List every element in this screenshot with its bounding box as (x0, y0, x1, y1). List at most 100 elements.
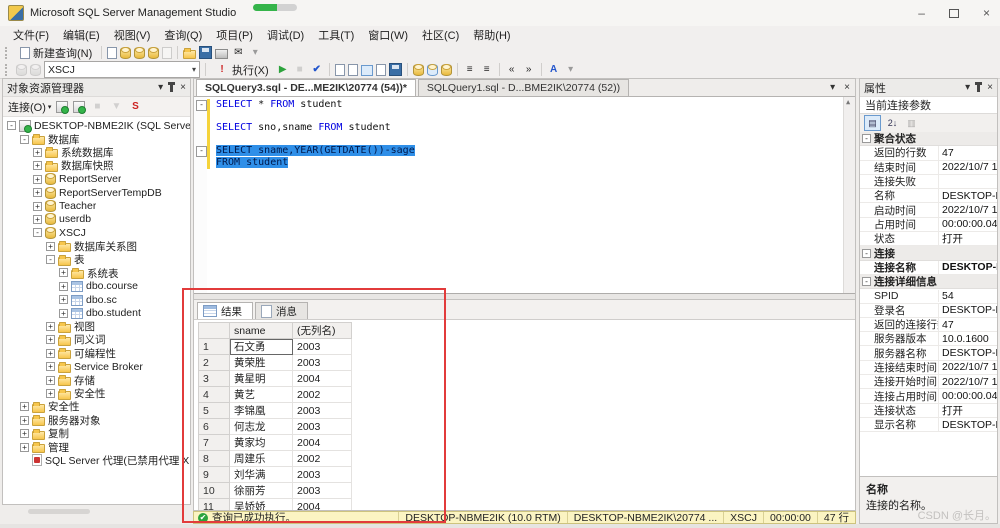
results-to-grid-icon[interactable] (361, 65, 373, 76)
tree-item[interactable]: +存储 (3, 373, 190, 386)
year-cell[interactable]: 2003 (293, 355, 352, 371)
sname-cell[interactable]: 黄荣胜 (230, 355, 293, 371)
row-number-cell[interactable]: 11 (199, 499, 230, 511)
expand-icon[interactable]: + (20, 443, 29, 452)
property-row[interactable]: 连接失败 (860, 175, 997, 189)
grid-column-header[interactable] (199, 323, 230, 339)
results-to-text-icon[interactable] (376, 64, 386, 76)
collapse-icon[interactable]: - (33, 228, 42, 237)
menu-item[interactable]: 社区(C) (415, 25, 466, 45)
menu-item[interactable]: 编辑(E) (56, 25, 107, 45)
debug-icon[interactable]: ▶ (276, 63, 290, 76)
editor-scrollbar[interactable] (843, 97, 855, 293)
collapse-icon[interactable]: - (20, 135, 29, 144)
expand-icon[interactable]: + (46, 349, 55, 358)
parse-icon[interactable]: ✔ (310, 63, 324, 76)
property-row[interactable]: 登录名DESKTOP-NBME2I (860, 304, 997, 318)
expand-icon[interactable]: + (20, 429, 29, 438)
row-number-cell[interactable]: 9 (199, 467, 230, 483)
connect-button[interactable]: 连接(O) ▾ (8, 99, 51, 114)
sname-cell[interactable]: 黄星明 (230, 371, 293, 387)
menu-item[interactable]: 文件(F) (6, 25, 56, 45)
query-designer-icon[interactable] (335, 64, 345, 76)
property-row[interactable]: 连接结束时间2022/10/7 14:17:1 (860, 361, 997, 375)
tab-results[interactable]: 结果 (197, 302, 253, 319)
property-category[interactable]: -连接详细信息 (860, 275, 997, 289)
toolbar-overflow-icon[interactable]: ▾ (564, 63, 578, 76)
sname-cell[interactable]: 刘华满 (230, 467, 293, 483)
row-number-cell[interactable]: 1 (199, 339, 230, 355)
menu-item[interactable]: 帮助(H) (466, 25, 517, 45)
sname-cell[interactable]: 黄家均 (230, 435, 293, 451)
outdent-icon[interactable]: « (505, 63, 519, 76)
tree-item[interactable]: +dbo.course (3, 280, 190, 293)
property-row[interactable]: 服务器版本10.0.1600 (860, 332, 997, 346)
fold-collapse-icon[interactable]: - (196, 146, 207, 157)
categorized-icon[interactable]: ▤ (864, 115, 881, 131)
tab-list-dropdown-icon[interactable]: ▾ (830, 82, 835, 93)
year-cell[interactable]: 2003 (293, 483, 352, 499)
tab-sqlquery3[interactable]: SQLQuery3.sql - DE...ME2IK\20774 (54))* (196, 79, 416, 96)
tree-item[interactable]: +dbo.student (3, 306, 190, 319)
tree-item[interactable]: +ReportServerTempDB (3, 186, 190, 199)
year-cell[interactable]: 2004 (293, 435, 352, 451)
row-number-cell[interactable]: 10 (199, 483, 230, 499)
tree-item[interactable]: +管理 (3, 440, 190, 453)
row-number-cell[interactable]: 3 (199, 371, 230, 387)
tree-item[interactable]: +数据库关系图 (3, 240, 190, 253)
tab-messages[interactable]: 消息 (255, 302, 308, 319)
auto-hide-pin-icon[interactable] (977, 84, 980, 92)
tree-item[interactable]: +userdb (3, 213, 190, 226)
tab-sqlquery1[interactable]: SQLQuery1.sql - D...BME2IK\20774 (52)) (418, 79, 629, 96)
property-row[interactable]: SPID54 (860, 289, 997, 303)
property-row[interactable]: 状态打开 (860, 232, 997, 246)
fold-collapse-icon[interactable]: - (196, 100, 207, 111)
expand-icon[interactable]: + (59, 295, 68, 304)
property-row[interactable]: 启动时间2022/10/7 14:17:1 (860, 203, 997, 217)
tree-item[interactable]: +Service Broker (3, 360, 190, 373)
row-number-cell[interactable]: 7 (199, 435, 230, 451)
property-category[interactable]: -聚合状态 (860, 132, 997, 146)
collapse-icon[interactable]: - (862, 134, 871, 143)
panel-close-icon[interactable]: × (987, 82, 993, 93)
row-number-cell[interactable]: 5 (199, 403, 230, 419)
indent-icon[interactable]: » (522, 63, 536, 76)
auto-hide-pin-icon[interactable] (170, 84, 173, 92)
collapse-icon[interactable]: - (7, 121, 16, 130)
expand-icon[interactable]: + (46, 362, 55, 371)
tree-item[interactable]: -表 (3, 253, 190, 266)
sname-cell[interactable]: 石文勇 (230, 339, 293, 355)
year-cell[interactable]: 2002 (293, 387, 352, 403)
tree-item[interactable]: +安全性 (3, 387, 190, 400)
year-cell[interactable]: 2004 (293, 499, 352, 511)
alphabetical-icon[interactable]: 2↓ (885, 116, 900, 130)
tree-item[interactable]: +系统数据库 (3, 146, 190, 159)
sname-cell[interactable]: 徐丽芳 (230, 483, 293, 499)
expand-icon[interactable]: + (20, 402, 29, 411)
print-icon[interactable] (215, 49, 228, 59)
tree-item[interactable]: +同义词 (3, 333, 190, 346)
tree-item[interactable]: +服务器对象 (3, 414, 190, 427)
activity-monitor-icon[interactable]: S (128, 100, 142, 113)
save-icon[interactable] (199, 46, 212, 59)
property-row[interactable]: 连接占用时间00:00:00.042 (860, 389, 997, 403)
tree-item[interactable]: +ReportServer (3, 173, 190, 186)
sname-cell[interactable]: 黄艺 (230, 387, 293, 403)
object-explorer-header[interactable]: 对象资源管理器 ▾ × (3, 79, 190, 97)
grid-column-header[interactable]: (无列名) (293, 323, 352, 339)
toolbar-grip[interactable] (5, 47, 10, 59)
sname-cell[interactable]: 李锦凰 (230, 403, 293, 419)
tree-item[interactable]: +Teacher (3, 199, 190, 212)
available-databases-combo[interactable]: XSCJ ▾ (44, 61, 200, 78)
expand-icon[interactable]: + (46, 335, 55, 344)
tree-item[interactable]: -数据库 (3, 132, 190, 145)
property-row[interactable]: 返回的行数47 (860, 146, 997, 160)
results-to-file-icon[interactable] (389, 63, 402, 76)
tree-item[interactable]: +数据库快照 (3, 159, 190, 172)
analysis-query-icon[interactable] (134, 47, 145, 59)
menu-item[interactable]: 工具(T) (311, 25, 361, 45)
expand-icon[interactable]: + (46, 322, 55, 331)
estimated-plan-icon[interactable] (413, 64, 424, 76)
expand-icon[interactable]: + (59, 268, 68, 277)
open-file-icon[interactable] (183, 50, 196, 59)
